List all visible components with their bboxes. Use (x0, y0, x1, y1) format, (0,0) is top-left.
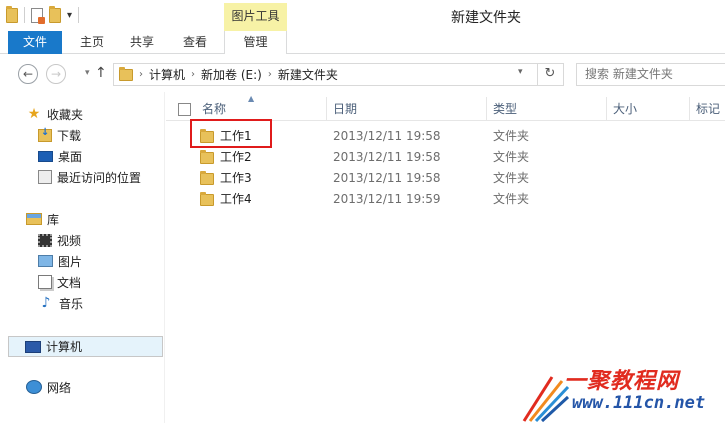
file-name: 工作4 (220, 192, 252, 206)
nav-label: 计算机 (46, 340, 83, 354)
file-name-cell[interactable]: 工作2 (200, 147, 252, 168)
recent-locations-chevron-icon[interactable]: ▾ (85, 68, 90, 78)
file-type: 文件夹 (493, 129, 530, 143)
highlight-annotation-box (190, 119, 272, 148)
pictures-icon (38, 255, 53, 267)
folder-icon (200, 170, 214, 185)
nav-label: 库 (47, 212, 60, 227)
file-name: 工作3 (220, 171, 252, 185)
file-name: 工作2 (220, 150, 252, 164)
breadcrumb-new-folder[interactable]: 新建文件夹 (278, 66, 338, 83)
video-icon (38, 233, 52, 247)
search-input[interactable]: 搜索 新建文件夹 (576, 63, 725, 86)
file-type: 文件夹 (493, 171, 530, 185)
back-button[interactable]: ← (18, 64, 38, 84)
nav-item-videos[interactable]: 视频 (38, 230, 81, 250)
nav-label: 文档 (57, 275, 82, 290)
tab-view[interactable]: 查看 (175, 31, 215, 54)
nav-item-documents[interactable]: 文档 (38, 272, 81, 292)
nav-item-music[interactable]: ♪ 音乐 (38, 293, 83, 313)
recent-places-icon (38, 170, 52, 184)
chevron-right-icon[interactable]: › (139, 69, 143, 80)
nav-computer[interactable]: 计算机 (8, 336, 163, 357)
select-all-checkbox[interactable] (178, 103, 191, 116)
file-date: 2013/12/11 19:58 (333, 129, 441, 143)
watermark-url: www.111cn.net (572, 393, 706, 413)
star-icon: ★ (27, 106, 41, 122)
breadcrumb-computer[interactable]: 计算机 (149, 66, 185, 83)
file-name-cell[interactable]: 工作4 (200, 189, 252, 210)
nav-item-pictures[interactable]: 图片 (38, 251, 82, 271)
nav-label: 网络 (47, 380, 72, 395)
nav-label: 音乐 (59, 296, 84, 311)
network-icon (26, 380, 42, 394)
nav-libraries[interactable]: 库 (26, 209, 59, 229)
file-name-cell[interactable]: 工作3 (200, 168, 252, 189)
file-row[interactable]: 工作3 2013/12/11 19:58 文件夹 (166, 168, 725, 189)
toolbar-divider (78, 7, 80, 23)
chevron-right-icon[interactable]: › (268, 69, 272, 80)
column-header-name[interactable]: 名称 (196, 97, 327, 121)
tab-share[interactable]: 共享 (122, 31, 162, 54)
ribbon-tabs: 文件 主页 共享 查看 管理 (0, 31, 725, 54)
file-row[interactable]: 工作2 2013/12/11 19:58 文件夹 (166, 147, 725, 168)
nav-label: 图片 (58, 254, 83, 269)
column-header-type[interactable]: 类型 (487, 97, 607, 121)
toolbar-divider (24, 7, 25, 23)
watermark: 一聚教程网 www.111cn.net (520, 355, 725, 423)
libraries-icon (26, 213, 42, 225)
navigation-bar: ← → ▾ ↑ › 计算机 › 新加卷 (E:) › 新建文件夹 ▾ ↻ 搜索 … (0, 55, 725, 92)
refresh-icon[interactable]: ↻ (537, 63, 562, 86)
file-date: 2013/12/11 19:59 (333, 192, 441, 206)
tab-home[interactable]: 主页 (72, 31, 112, 54)
column-header-date[interactable]: 日期 (327, 97, 487, 121)
file-type: 文件夹 (493, 192, 530, 206)
nav-item-downloads[interactable]: 下载 (38, 125, 81, 145)
downloads-icon (38, 127, 52, 142)
documents-icon (38, 275, 52, 289)
file-type: 文件夹 (493, 150, 530, 164)
address-history-chevron-icon[interactable]: ▾ (518, 67, 523, 77)
customize-toolbar-icon[interactable]: ▾ (67, 10, 72, 21)
computer-icon (25, 340, 41, 353)
folder-icon (200, 149, 214, 164)
nav-item-desktop[interactable]: 桌面 (38, 146, 82, 166)
folder-icon (119, 66, 133, 81)
watermark-title: 一聚教程网 (564, 369, 680, 394)
navigation-pane: ★ 收藏夹 下载 桌面 最近访问的位置 库 视频 图片 文档 ♪ 音乐 计算机 … (0, 92, 165, 423)
nav-label: 收藏夹 (47, 107, 84, 122)
column-header-row: 名称 ▲ 日期 类型 大小 标记 (166, 94, 725, 121)
watermark-swoosh-icon (522, 376, 570, 423)
file-date: 2013/12/11 19:58 (333, 150, 441, 164)
tab-manage[interactable]: 管理 (224, 31, 287, 54)
tab-file[interactable]: 文件 (8, 31, 62, 54)
nav-item-recent-places[interactable]: 最近访问的位置 (38, 167, 141, 187)
up-arrow-icon[interactable]: ↑ (95, 65, 107, 81)
window-title: 新建文件夹 (451, 10, 521, 26)
nav-label: 视频 (57, 233, 82, 248)
folder-icon (200, 191, 214, 206)
file-row[interactable]: 工作4 2013/12/11 19:59 文件夹 (166, 189, 725, 210)
desktop-icon (38, 150, 53, 162)
music-note-icon: ♪ (41, 295, 51, 311)
file-date: 2013/12/11 19:58 (333, 171, 441, 185)
chevron-right-icon[interactable]: › (191, 69, 195, 80)
sort-ascending-icon: ▲ (248, 94, 255, 103)
breadcrumb-drive-e[interactable]: 新加卷 (E:) (201, 66, 262, 83)
title-bar: ▾ 图片工具 新建文件夹 (0, 0, 725, 31)
nav-label: 下载 (57, 128, 82, 143)
column-header-tags[interactable]: 标记 (690, 97, 725, 121)
folder-icon[interactable] (6, 5, 18, 23)
nav-network[interactable]: 网络 (26, 377, 71, 397)
forward-button[interactable]: → (46, 64, 66, 84)
nav-favorites[interactable]: ★ 收藏夹 (26, 104, 83, 124)
new-folder-icon[interactable] (49, 5, 61, 23)
picture-tools-context-tab: 图片工具 (224, 3, 287, 31)
address-bar[interactable]: › 计算机 › 新加卷 (E:) › 新建文件夹 (113, 63, 564, 86)
quick-access-toolbar: ▾ (6, 5, 80, 24)
nav-label: 桌面 (58, 149, 83, 164)
nav-label: 最近访问的位置 (57, 170, 142, 185)
properties-icon[interactable] (31, 7, 45, 24)
column-header-size[interactable]: 大小 (607, 97, 690, 121)
